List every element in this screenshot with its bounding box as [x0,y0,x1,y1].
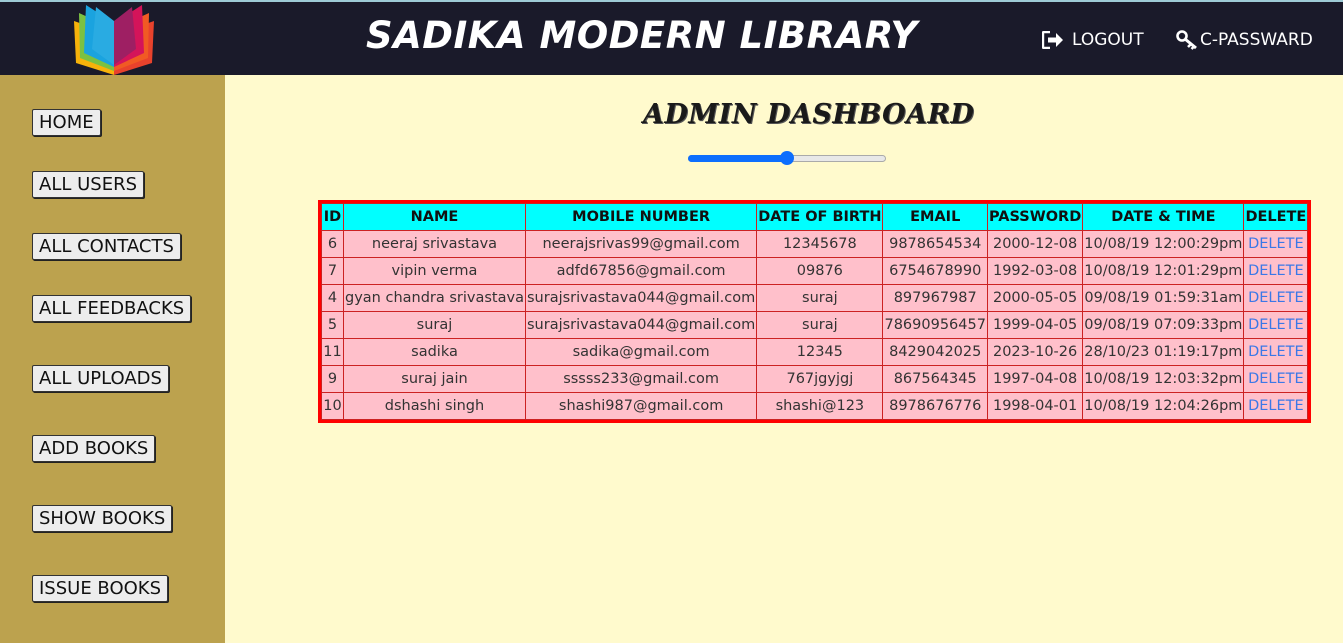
sidebar-item-issue-books[interactable]: ISSUE BOOKS [32,575,169,602]
site-title: SADIKA MODERN LIBRARY [366,14,918,57]
col-password-cell: 1997-04-08 [986,365,1084,393]
range-slider[interactable] [688,151,886,165]
col-mobile-number-cell: surajsrivastava044@gmail.com [524,311,758,339]
delete-link[interactable]: DELETE [1243,338,1309,366]
col-id-header: ID [321,203,344,231]
col-id-cell: 11 [321,338,344,366]
top-navbar: SADIKA MODERN LIBRARY LOGOUT C-PASSWARD [0,0,1343,75]
users-table-container: ID NAME MOBILE NUMBER DATE OF BIRTH EMAIL PAS… [318,200,1312,423]
table-row: 7 vipin verma adfd67856@gmail.com 09876 6754… [321,257,1309,285]
table-header-row: ID NAME MOBILE NUMBER DATE OF BIRTH EMAIL PAS… [321,203,1309,231]
book-logo-icon[interactable] [70,3,158,77]
sidebar-item-add-books[interactable]: ADD BOOKS [32,435,156,462]
col-date-time-cell: 10/08/19 12:04:26pm [1082,392,1245,420]
col-mobile-number-cell: shashi987@gmail.com [524,392,758,420]
col-id-cell: 10 [321,392,344,420]
col-password-cell: 2000-12-08 [986,230,1084,258]
sidebar-item-all-users[interactable]: ALL USERS [32,171,144,198]
logout-link[interactable]: LOGOUT [1042,30,1144,50]
col-date-of-birth-cell: suraj [756,311,884,339]
delete-link[interactable]: DELETE [1243,392,1309,420]
sidebar-item-all-contacts[interactable]: ALL CONTACTS [32,233,181,260]
slider-fill [688,155,787,162]
col-mobile-number-cell: surajsrivastava044@gmail.com [524,284,758,312]
col-id-cell: 6 [321,230,344,258]
col-date-time-cell: 10/08/19 12:01:29pm [1082,257,1245,285]
col-date-of-birth-cell: 12345678 [756,230,884,258]
col-date-time-cell: 10/08/19 12:00:29pm [1082,230,1245,258]
sidebar: HOME ALL USERS ALL CONTACTS ALL FEEDBACK… [0,75,225,643]
col-email-cell: 78690956457 [882,311,988,339]
col-name-cell: dshashi singh [343,392,526,420]
col-email-cell: 6754678990 [882,257,988,285]
delete-link[interactable]: DELETE [1243,230,1309,258]
col-id-cell: 7 [321,257,344,285]
col-email-cell: 867564345 [882,365,988,393]
col-mobile-number-header: MOBILE NUMBER [524,203,758,231]
col-password-header: PASSWORD [986,203,1084,231]
delete-link[interactable]: DELETE [1243,257,1309,285]
col-id-cell: 4 [321,284,344,312]
col-mobile-number-cell: sadika@gmail.com [524,338,758,366]
logout-label: LOGOUT [1072,30,1144,50]
col-name-header: NAME [343,203,526,231]
table-row: 5 suraj surajsrivastava044@gmail.com suraj 7… [321,311,1309,339]
col-mobile-number-cell: neerajsrivas99@gmail.com [524,230,758,258]
table-row: 6 neeraj srivastava neerajsrivas99@gmail.c… [321,230,1309,258]
delete-link[interactable]: DELETE [1243,284,1309,312]
sidebar-item-all-feedbacks[interactable]: ALL FEEDBACKS [32,295,192,322]
col-password-cell: 1999-04-05 [986,311,1084,339]
page-title: ADMIN DASHBOARD [643,99,975,130]
col-date-of-birth-cell: shashi@123 [756,392,884,420]
col-date-of-birth-cell: 09876 [756,257,884,285]
col-email-cell: 9878654534 [882,230,988,258]
col-password-cell: 2000-05-05 [986,284,1084,312]
col-date-of-birth-cell: 767jgyjgj [756,365,884,393]
sign-out-icon [1042,31,1064,49]
table-row: 11 sadika sadika@gmail.com 12345 8429042025 2… [321,338,1309,366]
col-date-of-birth-cell: suraj [756,284,884,312]
slider-thumb[interactable] [780,151,794,165]
table-row: 4 gyan chandra srivastava surajsrivastava0… [321,284,1309,312]
delete-link[interactable]: DELETE [1243,365,1309,393]
change-password-label: C-PASSWARD [1200,30,1313,50]
col-date-time-header: DATE & TIME [1082,203,1245,231]
table-row: 10 dshashi singh shashi987@gmail.com shashi… [321,392,1309,420]
col-password-cell: 1992-03-08 [986,257,1084,285]
col-email-cell: 8978676776 [882,392,988,420]
col-name-cell: vipin verma [343,257,526,285]
key-icon [1176,30,1198,50]
col-id-cell: 5 [321,311,344,339]
col-name-cell: suraj jain [343,365,526,393]
col-name-cell: neeraj srivastava [343,230,526,258]
col-date-of-birth-header: DATE OF BIRTH [756,203,884,231]
col-mobile-number-cell: sssss233@gmail.com [524,365,758,393]
col-name-cell: suraj [343,311,526,339]
col-date-time-cell: 10/08/19 12:03:32pm [1082,365,1245,393]
sidebar-item-show-books[interactable]: SHOW BOOKS [32,505,173,532]
sidebar-item-all-uploads[interactable]: ALL UPLOADS [32,365,169,392]
col-name-cell: sadika [343,338,526,366]
col-email-cell: 8429042025 [882,338,988,366]
users-table: ID NAME MOBILE NUMBER DATE OF BIRTH EMAIL PAS… [321,203,1309,420]
col-date-time-cell: 09/08/19 07:09:33pm [1082,311,1245,339]
table-row: 9 suraj jain sssss233@gmail.com 767jgyjgj 86… [321,365,1309,393]
col-mobile-number-cell: adfd67856@gmail.com [524,257,758,285]
col-date-of-birth-cell: 12345 [756,338,884,366]
col-id-cell: 9 [321,365,344,393]
col-date-time-cell: 09/08/19 01:59:31am [1082,284,1245,312]
sidebar-item-home[interactable]: HOME [32,109,101,136]
col-password-cell: 2023-10-26 [986,338,1084,366]
col-email-header: EMAIL [882,203,988,231]
change-password-link[interactable]: C-PASSWARD [1176,30,1313,50]
col-password-cell: 1998-04-01 [986,392,1084,420]
col-delete-header: DELETE [1243,203,1309,231]
col-date-time-cell: 28/10/23 01:19:17pm [1082,338,1245,366]
col-name-cell: gyan chandra srivastava [343,284,526,312]
delete-link[interactable]: DELETE [1243,311,1309,339]
col-email-cell: 897967987 [882,284,988,312]
